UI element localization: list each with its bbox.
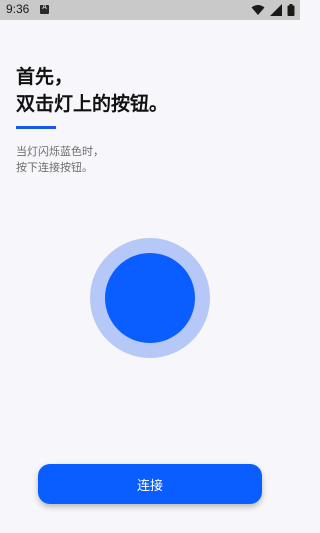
page-title: 首先， 双击灯上的按钮。 (16, 64, 168, 118)
app-notification-icon: A (40, 4, 49, 14)
signal-icon (269, 4, 282, 16)
page-title-line-2: 双击灯上的按钮。 (16, 93, 169, 115)
page-title-line-1: 首先， (16, 66, 74, 88)
wifi-icon (251, 5, 265, 15)
instruction-line-2: 按下连接按钮。 (16, 161, 93, 174)
battery-icon (287, 4, 295, 16)
title-accent-divider (16, 126, 56, 129)
light-indicator (105, 253, 195, 343)
app-notification-letter: A (41, 4, 48, 11)
status-icons (251, 4, 295, 16)
status-time: 9:36 (6, 2, 30, 16)
connect-button[interactable]: 连接 (38, 464, 262, 504)
instruction-line-1: 当灯闪烁蓝色时， (16, 145, 104, 158)
status-bar: 9:36 A (0, 0, 300, 20)
instruction-text: 当灯闪烁蓝色时， 按下连接按钮。 (16, 144, 104, 176)
